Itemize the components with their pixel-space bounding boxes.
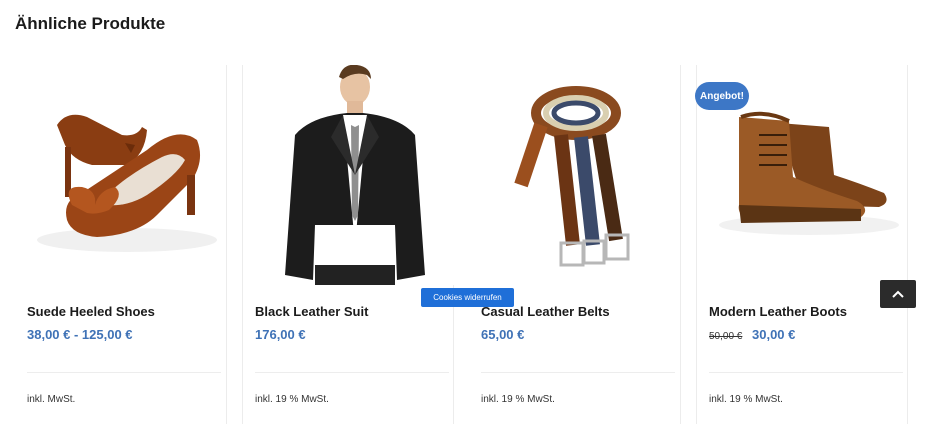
leather-belts-image[interactable] — [481, 65, 681, 285]
product-name[interactable]: Suede Heeled Shoes — [27, 304, 155, 319]
tax-note: inkl. 19 % MwSt. — [481, 394, 555, 405]
product-name[interactable]: Black Leather Suit — [255, 304, 368, 319]
product-card[interactable]: Casual Leather Belts 65,00 € inkl. 19 % … — [469, 65, 681, 424]
divider — [255, 372, 449, 373]
cookie-revoke-button[interactable]: Cookies widerrufen — [421, 288, 514, 307]
sale-price: 30,00 € — [752, 327, 796, 342]
product-price: 176,00 € — [255, 327, 306, 342]
sale-badge: Angebot! — [695, 82, 749, 110]
product-card[interactable]: Black Leather Suit 176,00 € inkl. 19 % M… — [242, 64, 455, 424]
old-price: 50,00 € — [709, 331, 743, 342]
divider — [27, 372, 221, 373]
product-card[interactable]: Modern Leather Boots 50,00 € 30,00 € ink… — [696, 65, 908, 424]
chevron-up-icon — [892, 290, 904, 298]
divider — [481, 372, 675, 373]
product-price: 65,00 € — [481, 327, 525, 342]
suede-heeled-shoes-image[interactable] — [27, 65, 227, 285]
product-name[interactable]: Modern Leather Boots — [709, 304, 847, 319]
product-grid: Suede Heeled Shoes 38,00 € - 125,00 € in… — [15, 64, 915, 424]
black-leather-suit-image[interactable] — [255, 64, 455, 285]
tax-note: inkl. 19 % MwSt. — [709, 394, 783, 405]
product-card[interactable]: Suede Heeled Shoes 38,00 € - 125,00 € in… — [15, 65, 227, 424]
divider — [709, 372, 903, 373]
section-title: Ähnliche Produkte — [15, 14, 166, 33]
product-price: 50,00 € 30,00 € — [709, 327, 795, 342]
scroll-to-top-button[interactable] — [880, 280, 916, 308]
tax-note: inkl. MwSt. — [27, 394, 76, 405]
product-price: 38,00 € - 125,00 € — [27, 327, 133, 342]
tax-note: inkl. 19 % MwSt. — [255, 394, 329, 405]
